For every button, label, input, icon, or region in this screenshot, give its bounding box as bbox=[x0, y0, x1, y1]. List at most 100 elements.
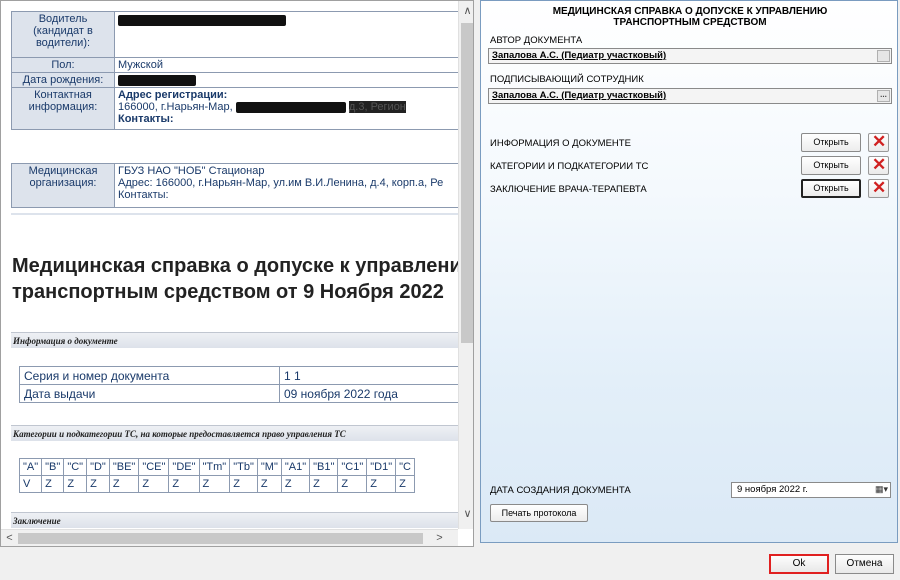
category-value-cell: Z bbox=[229, 475, 258, 493]
org-contacts: Контакты: bbox=[118, 189, 169, 201]
category-header-cell: "B" bbox=[41, 458, 65, 476]
document-title-line2: транспортным средством от 9 Ноября 2022 bbox=[12, 281, 444, 303]
category-header-cell: "M" bbox=[256, 458, 282, 476]
section-info-heading: Информация о документе bbox=[11, 332, 458, 348]
signer-label: ПОДПИСЫВАЮЩИЙ СОТРУДНИК bbox=[490, 74, 644, 85]
author-label: АВТОР ДОКУМЕНТА bbox=[490, 35, 583, 46]
open-categories-button[interactable]: Открыть bbox=[801, 156, 861, 175]
org-name: ГБУЗ НАО "НОБ" Стационар bbox=[118, 165, 265, 177]
ok-button[interactable]: Ok bbox=[769, 554, 829, 574]
cancel-button[interactable]: Отмена bbox=[835, 554, 894, 574]
category-header-cell: "A" bbox=[18, 458, 43, 476]
categories-row-label: КАТЕГОРИИ И ПОДКАТЕГОРИИ ТС bbox=[490, 161, 649, 172]
sex-value: Мужской bbox=[114, 57, 458, 73]
scroll-left-icon[interactable]: < bbox=[1, 530, 18, 546]
calendar-dropdown-icon[interactable]: ▦▾ bbox=[875, 484, 888, 495]
category-value-cell: Z bbox=[138, 475, 170, 493]
signer-value: Запалова А.С. (Педиатр участковый) bbox=[492, 90, 667, 101]
reg-address: 166000, г.Нарьян-Мар, bbox=[118, 101, 233, 113]
scroll-up-icon[interactable]: ∧ bbox=[459, 3, 473, 20]
document-title: Медицинская справка о допуске к управлен… bbox=[12, 253, 458, 305]
document-preview-pane: Водитель (кандидат в водители): Пол: Муж… bbox=[0, 0, 474, 547]
delete-x-icon: ✕ bbox=[872, 178, 887, 197]
org-label: Медицинская организация: bbox=[11, 163, 115, 208]
category-value-cell: Z bbox=[41, 475, 65, 493]
delete-categories-button[interactable]: ✕ bbox=[868, 155, 889, 175]
open-info-button[interactable]: Открыть bbox=[801, 133, 861, 152]
category-value-cell: Z bbox=[256, 475, 282, 493]
reg-address-tail: д.3, Регион bbox=[348, 101, 406, 113]
category-value-cell: Z bbox=[198, 475, 231, 493]
horizontal-scrollbar[interactable]: < > bbox=[1, 529, 458, 546]
print-protocol-button[interactable]: Печать протокола bbox=[490, 504, 588, 522]
scroll-right-icon[interactable]: > bbox=[431, 530, 448, 546]
category-header-cell: "B1" bbox=[309, 458, 339, 476]
category-value-cell: V bbox=[18, 475, 43, 493]
panel-title: МЕДИЦИНСКАЯ СПРАВКА О ДОПУСКЕ К УПРАВЛЕН… bbox=[552, 6, 828, 28]
category-value-cell: Z bbox=[63, 475, 88, 493]
signer-picker-button[interactable]: ... bbox=[877, 90, 890, 102]
category-header-cell: "Tb" bbox=[229, 458, 258, 476]
contacts-heading: Контакты: bbox=[118, 113, 174, 125]
horizontal-scroll-thumb[interactable] bbox=[18, 533, 423, 544]
category-value-cell: Z bbox=[366, 475, 397, 493]
org-address: Адрес: 166000, г.Нарьян-Мар, ул.им В.И.Л… bbox=[118, 177, 444, 189]
document-title-line1: Медицинская справка о допуске к управлен… bbox=[12, 255, 458, 277]
category-header-cell: "A1" bbox=[280, 458, 311, 476]
redacted-birth-date bbox=[118, 74, 196, 86]
category-value-cell: Z bbox=[395, 475, 415, 493]
sex-label: Пол: bbox=[11, 57, 115, 73]
divider bbox=[11, 213, 458, 215]
signer-field[interactable]: Запалова А.С. (Педиатр участковый) ... bbox=[488, 88, 892, 104]
delete-x-icon: ✕ bbox=[872, 132, 887, 151]
category-header-cell: "C1" bbox=[337, 458, 368, 476]
category-header-cell: "DE" bbox=[168, 458, 200, 476]
driver-label: Водитель (кандидат в водители): bbox=[11, 11, 115, 58]
author-field[interactable]: Запалова А.С. (Педиатр участковый) bbox=[488, 48, 892, 64]
contact-label: Контактная информация: bbox=[11, 87, 115, 130]
delete-conclusion-button[interactable]: ✕ bbox=[868, 178, 889, 198]
issue-date-value: 09 ноября 2022 года bbox=[279, 384, 458, 403]
category-value-cell: Z bbox=[108, 475, 140, 493]
dialog-footer: Ok Отмена bbox=[0, 547, 900, 580]
reg-heading: Адрес регистрации: bbox=[118, 89, 228, 101]
org-info-table: Медицинская организация: ГБУЗ НАО "НОБ" … bbox=[11, 163, 458, 208]
birth-label: Дата рождения: bbox=[11, 72, 115, 88]
section-categories-heading: Категории и подкатегории ТС, на которые … bbox=[11, 425, 458, 441]
author-picker-button[interactable] bbox=[877, 50, 890, 62]
delete-info-button[interactable]: ✕ bbox=[868, 132, 889, 152]
category-value-cell: Z bbox=[337, 475, 368, 493]
info-row-label: ИНФОРМАЦИЯ О ДОКУМЕНТЕ bbox=[490, 138, 631, 149]
redacted-street bbox=[235, 101, 346, 113]
category-header-cell: "C bbox=[395, 458, 415, 476]
scroll-down-icon[interactable]: ∨ bbox=[459, 506, 473, 523]
section-conclusion-heading: Заключение bbox=[11, 512, 458, 528]
category-header-cell: "Tm" bbox=[198, 458, 231, 476]
vertical-scrollbar[interactable]: ∧ ∨ bbox=[458, 1, 473, 529]
series-value: 1 1 bbox=[279, 366, 458, 385]
category-header-cell: "D" bbox=[86, 458, 110, 476]
creation-date-label: ДАТА СОЗДАНИЯ ДОКУМЕНТА bbox=[490, 485, 631, 496]
redacted-driver-name bbox=[118, 15, 286, 26]
creation-date-picker[interactable]: 9 ноября 2022 г. ▦▾ bbox=[731, 482, 891, 498]
category-header-cell: "D1" bbox=[366, 458, 397, 476]
author-value: Запалова А.С. (Педиатр участковый) bbox=[492, 50, 667, 61]
open-conclusion-button[interactable]: Открыть bbox=[801, 179, 861, 198]
category-header-cell: "C" bbox=[63, 458, 88, 476]
document-info-table: Серия и номер документа 1 1 Дата выдачи … bbox=[19, 366, 458, 403]
document-properties-panel: МЕДИЦИНСКАЯ СПРАВКА О ДОПУСКЕ К УПРАВЛЕН… bbox=[480, 0, 898, 543]
category-value-cell: Z bbox=[309, 475, 339, 493]
series-label: Серия и номер документа bbox=[19, 366, 280, 385]
category-header-cell: "BE" bbox=[108, 458, 140, 476]
category-header-cell: "CE" bbox=[138, 458, 170, 476]
vertical-scroll-thumb[interactable] bbox=[461, 23, 473, 343]
creation-date-value: 9 ноября 2022 г. bbox=[737, 484, 808, 495]
document-content: Водитель (кандидат в водители): Пол: Муж… bbox=[1, 1, 458, 529]
patient-info-table: Водитель (кандидат в водители): Пол: Муж… bbox=[11, 11, 458, 130]
conclusion-row-label: ЗАКЛЮЧЕНИЕ ВРАЧА-ТЕРАПЕВТА bbox=[490, 184, 647, 195]
category-value-cell: Z bbox=[280, 475, 311, 493]
category-value-cell: Z bbox=[86, 475, 110, 493]
delete-x-icon: ✕ bbox=[872, 155, 887, 174]
issue-date-label: Дата выдачи bbox=[19, 384, 280, 403]
category-value-cell: Z bbox=[168, 475, 200, 493]
